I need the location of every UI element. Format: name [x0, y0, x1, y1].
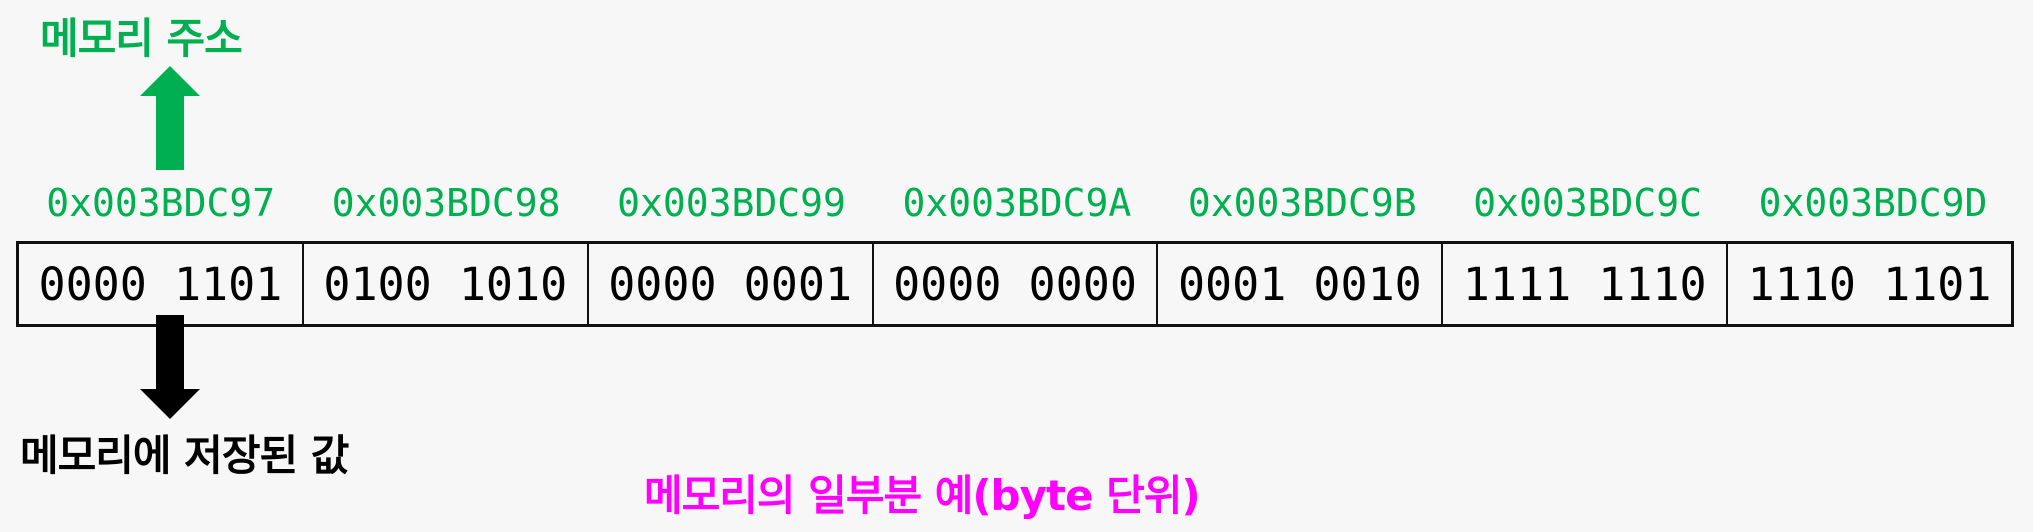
byte-cell: 0000 1101 [19, 244, 304, 324]
byte-cell: 1111 1110 [1443, 244, 1729, 324]
address-label: 0x003BDC99 [617, 181, 846, 225]
address-label: 0x003BDC9C [1473, 181, 1703, 225]
memory-address-label: 메모리 주소 [40, 14, 243, 63]
caption: 메모리의 일부분 예(byte 단위) [644, 471, 1201, 520]
stored-value-label: 메모리에 저장된 값 [20, 431, 349, 480]
byte-cell: 0100 1010 [304, 244, 589, 324]
address-label: 0x003BDC98 [331, 181, 561, 225]
address-label: 0x003BDC97 [46, 181, 276, 225]
byte-cell: 0000 0001 [589, 244, 874, 324]
arrow-down-icon [140, 315, 200, 419]
address-row: 0x003BDC97 0x003BDC98 0x003BDC99 0x003BD… [18, 178, 2016, 228]
address-label: 0x003BDC9A [902, 181, 1132, 225]
byte-cell: 0000 0000 [874, 244, 1159, 324]
byte-cell: 1110 1101 [1747, 257, 1992, 311]
address-label: 0x003BDC9B [1187, 181, 1417, 225]
byte-cell: 0001 0010 [1158, 244, 1444, 324]
arrow-up-icon [140, 66, 200, 170]
byte-table: 0000 1101 0100 1010 0000 0001 0000 0000 … [16, 241, 2014, 327]
address-label: 0x003BDC9D [1758, 181, 1988, 225]
